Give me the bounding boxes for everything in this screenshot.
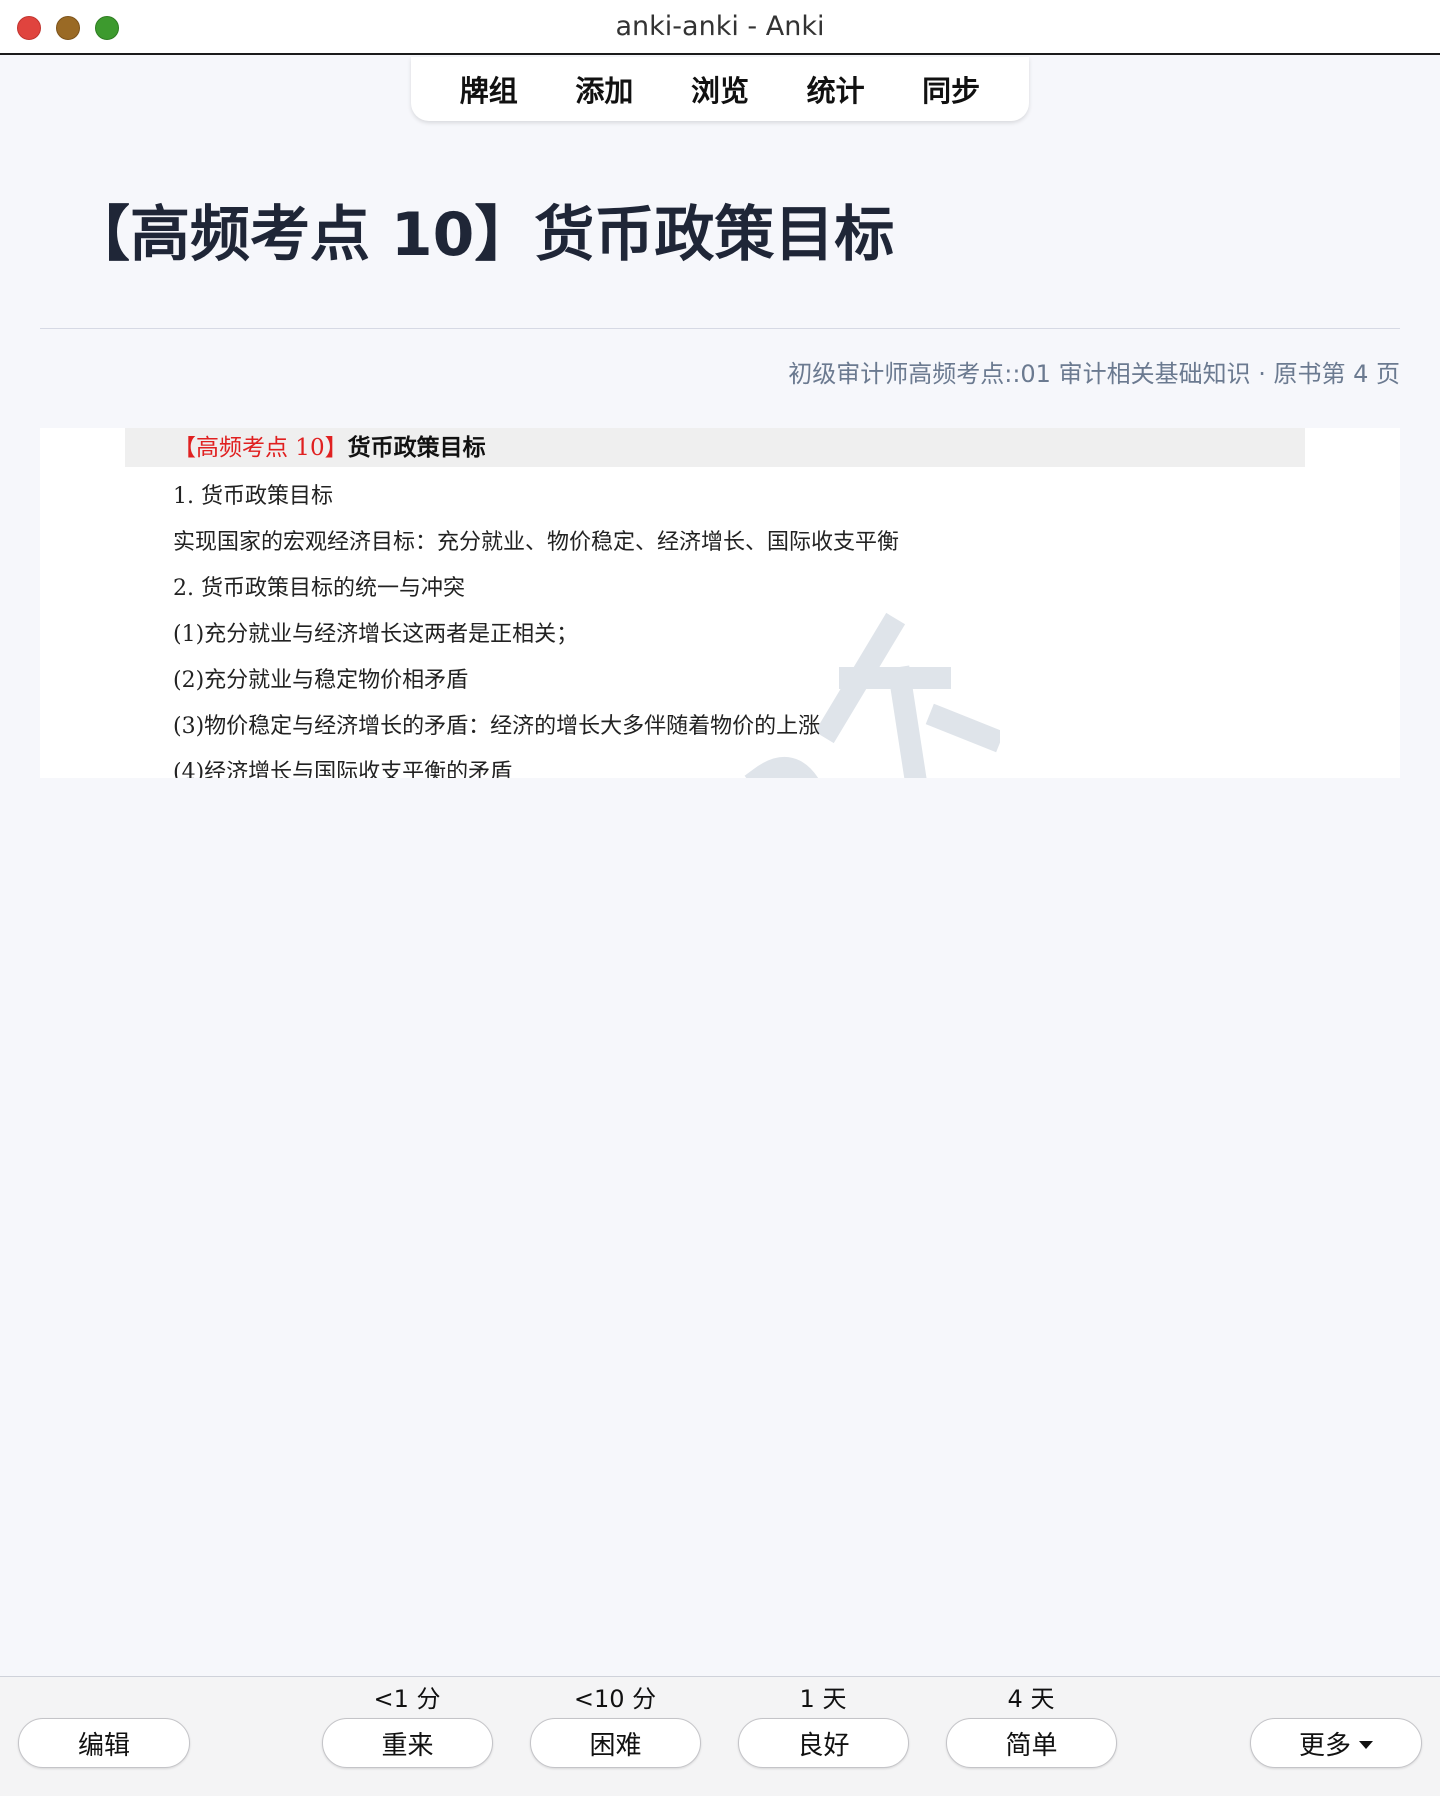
top-nav: 牌组 添加 浏览 统计 同步: [411, 57, 1029, 121]
note-line: (2)充分就业与稳定物价相矛盾: [173, 668, 469, 693]
note-line: 1. 货币政策目标: [173, 484, 333, 509]
note-line: (4)经济增长与国际收支平衡的矛盾: [173, 760, 513, 778]
easy-button[interactable]: 简单: [946, 1718, 1117, 1768]
window-title: anki-anki - Anki: [615, 11, 825, 42]
more-button-label: 更多: [1298, 1730, 1351, 1761]
again-button[interactable]: 重来: [322, 1718, 493, 1768]
nav-stats[interactable]: 统计: [797, 64, 875, 114]
card-divider: [40, 328, 1400, 329]
deck-info: 初级审计师高频考点::01 审计相关基础知识 · 原书第 4 页: [788, 360, 1400, 388]
hard-button[interactable]: 困难: [530, 1718, 701, 1768]
chevron-down-icon: [1359, 1741, 1373, 1749]
note-line: (1)充分就业与经济增长这两者是正相关；: [173, 622, 579, 647]
note-lines: 1. 货币政策目标 实现国家的宏观经济目标：充分就业、物价稳定、经济增长、国际收…: [173, 474, 899, 778]
anki-window: anki-anki - Anki 牌组 添加 浏览 统计 同步 【高频考点 10…: [0, 0, 1440, 1796]
title-bar[interactable]: anki-anki - Anki: [0, 0, 1440, 55]
note-line: 2. 货币政策目标的统一与冲突: [173, 576, 465, 601]
more-button[interactable]: 更多: [1250, 1718, 1422, 1768]
note-line: (3)物价稳定与经济增长的矛盾：经济的增长大多伴随着物价的上涨: [173, 714, 821, 739]
review-bottom-bar: 编辑 <1 分 重来 <10 分 困难 1 天 良好 4 天 简单 更多: [0, 1676, 1440, 1796]
note-heading: 【高频考点 10】货币政策目标: [125, 428, 1305, 467]
good-button[interactable]: 良好: [738, 1718, 909, 1768]
note-heading-text: 货币政策目标: [347, 434, 486, 461]
nav-decks[interactable]: 牌组: [450, 64, 528, 114]
easy-interval: 4 天: [1007, 1685, 1055, 1713]
nav-browse[interactable]: 浏览: [681, 64, 759, 114]
card-title: 【高频考点 10】货币政策目标: [70, 200, 895, 270]
again-interval: <1 分: [373, 1685, 441, 1713]
note-line: 实现国家的宏观经济目标：充分就业、物价稳定、经济增长、国际收支平衡: [173, 530, 900, 555]
nav-add[interactable]: 添加: [565, 64, 643, 114]
note-heading-tag: 【高频考点 10】: [173, 435, 348, 461]
hard-interval: <10 分: [573, 1685, 657, 1713]
note-image: 【高频考点 10】货币政策目标 1. 货币政策目标 实现国家的宏观经济目标：充分…: [40, 428, 1400, 778]
edit-button[interactable]: 编辑: [18, 1718, 190, 1768]
good-interval: 1 天: [799, 1685, 847, 1713]
nav-sync[interactable]: 同步: [912, 64, 990, 114]
